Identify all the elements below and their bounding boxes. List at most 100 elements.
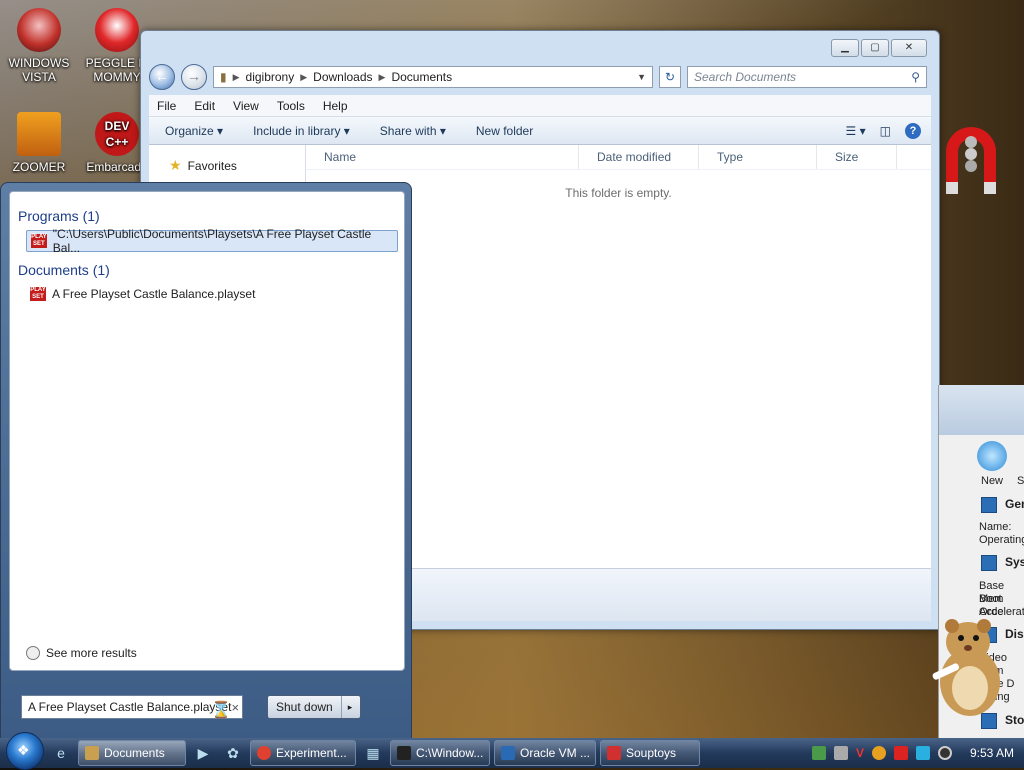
breadcrumb-item[interactable]: digibrony: [246, 70, 295, 84]
hamster-mascot-icon: [932, 619, 1000, 716]
windows-vista-icon: [17, 8, 61, 52]
column-size[interactable]: Size: [817, 145, 897, 169]
shut-down-options-arrow[interactable]: ▸: [342, 702, 359, 713]
magnet-icon: [946, 127, 996, 194]
refresh-button[interactable]: ↻: [659, 66, 681, 88]
desktop-icon-windows-vista[interactable]: WINDOWS VISTA: [4, 8, 74, 84]
clock[interactable]: 9:53 AM: [970, 746, 1014, 760]
taskbar-button-cmd[interactable]: C:\Window...: [390, 740, 490, 766]
menu-bar: File Edit View Tools Help: [149, 95, 931, 117]
section-system: Sys: [1005, 555, 1024, 569]
v-tray-icon[interactable]: V: [856, 746, 864, 760]
preview-pane-icon[interactable]: ◫: [880, 124, 891, 138]
system-icon: [981, 555, 997, 571]
volume-icon[interactable]: [937, 746, 952, 760]
section-storage: Sto: [1005, 713, 1024, 727]
internet-explorer-icon[interactable]: e: [48, 741, 74, 765]
chevron-down-icon[interactable]: ▼: [637, 72, 646, 82]
chevron-right-icon: ▶: [300, 71, 308, 82]
close-button[interactable]: ✕: [891, 39, 927, 57]
calculator-icon[interactable]: ▦: [360, 741, 386, 765]
menu-file[interactable]: File: [157, 99, 176, 113]
document-result-item[interactable]: PLAY SET A Free Playset Castle Balance.p…: [26, 284, 398, 304]
folder-icon: ▮: [220, 70, 227, 84]
forward-button[interactable]: →: [181, 64, 207, 90]
settings-label[interactable]: S: [1017, 475, 1024, 487]
new-vm-label[interactable]: New: [981, 475, 1003, 487]
documents-header[interactable]: Documents (1): [10, 252, 404, 278]
search-input[interactable]: Search Documents ⚲: [687, 66, 927, 88]
playset-icon: PLAY SET: [31, 234, 47, 248]
favorites-label: Favorites: [187, 158, 237, 173]
chevron-right-icon: ▶: [378, 71, 386, 82]
paint-icon[interactable]: ✿: [220, 741, 246, 765]
menu-help[interactable]: Help: [323, 99, 348, 113]
zoomer-icon: [17, 112, 61, 156]
tray-app-icon[interactable]: [833, 746, 848, 760]
document-result-label: A Free Playset Castle Balance.playset: [52, 287, 256, 301]
minimize-button[interactable]: ▁: [831, 39, 859, 57]
shut-down-label[interactable]: Shut down: [268, 696, 342, 718]
address-bar[interactable]: ▮ ▶ digibrony ▶ Downloads ▶ Documents ▼: [213, 66, 653, 88]
section-display: Disp: [1005, 627, 1024, 641]
taskbar-button-souptoys[interactable]: Souptoys: [600, 740, 700, 766]
share-with-button[interactable]: Share with ▾: [380, 124, 446, 138]
souptoys-icon: [607, 746, 621, 760]
favorites-item[interactable]: ★ Favorites: [149, 145, 305, 174]
dev-cpp-icon: DEV C++: [95, 112, 139, 156]
media-player-icon[interactable]: ▶: [190, 741, 216, 765]
breadcrumb-item[interactable]: Downloads: [313, 70, 372, 84]
new-vm-icon[interactable]: [977, 441, 1007, 471]
taskbar-button-chrome[interactable]: Experiment...: [250, 740, 356, 766]
include-in-library-button[interactable]: Include in library ▾: [253, 124, 350, 138]
display-tray-icon[interactable]: [915, 746, 930, 760]
clear-search-icon[interactable]: ×: [231, 700, 239, 715]
command-prompt-icon: [397, 746, 411, 760]
view-options-icon[interactable]: ☰ ▾: [846, 124, 866, 138]
start-menu: Programs (1) PLAY SET "C:\Users\Public\D…: [0, 182, 412, 740]
search-icon: [26, 646, 40, 660]
start-search-input[interactable]: A Free Playset Castle Balance.playset ×: [21, 695, 243, 719]
column-name[interactable]: Name: [306, 145, 579, 169]
column-headers: Name Date modified Type Size: [306, 145, 931, 170]
virtualbox-icon: [501, 746, 515, 760]
vbox-titlebar: [939, 385, 1024, 435]
command-bar: Organize ▾ Include in library ▾ Share wi…: [149, 117, 931, 145]
view-controls: ☰ ▾ ◫ ?: [846, 122, 931, 139]
see-more-results-link[interactable]: See more results: [26, 646, 137, 660]
program-result-label: "C:\Users\Public\Documents\Playsets\A Fr…: [52, 227, 372, 255]
column-type[interactable]: Type: [699, 145, 817, 169]
taskbar-button-virtualbox[interactable]: Oracle VM ...: [494, 740, 596, 766]
menu-edit[interactable]: Edit: [194, 99, 215, 113]
folder-icon: [85, 746, 99, 760]
window-controls: ▁ ▢ ✕: [831, 39, 927, 57]
taskbar-button-documents[interactable]: Documents: [78, 740, 186, 766]
organize-button[interactable]: Organize ▾: [165, 124, 223, 138]
general-icon: [981, 497, 997, 513]
menu-tools[interactable]: Tools: [277, 99, 305, 113]
maximize-button[interactable]: ▢: [861, 39, 889, 57]
search-results-pane: Programs (1) PLAY SET "C:\Users\Public\D…: [9, 191, 405, 671]
text-cursor-icon: ⌛: [211, 702, 231, 719]
search-tray-icon[interactable]: [871, 746, 886, 760]
help-icon[interactable]: ?: [905, 122, 921, 139]
menu-view[interactable]: View: [233, 99, 259, 113]
general-name: Name:: [979, 521, 1012, 533]
shut-down-button[interactable]: Shut down ▸: [267, 695, 361, 719]
taskbar-button-label: C:\Window...: [416, 746, 484, 760]
taskbar-button-label: Oracle VM ...: [520, 746, 591, 760]
search-icon: ⚲: [911, 70, 920, 84]
breadcrumb-item[interactable]: Documents: [391, 70, 452, 84]
program-result-item[interactable]: PLAY SET "C:\Users\Public\Documents\Play…: [26, 227, 398, 255]
peggle-icon: [95, 8, 139, 52]
back-button[interactable]: ←: [149, 64, 175, 90]
flag-icon[interactable]: [893, 746, 908, 760]
address-row: ← → ▮ ▶ digibrony ▶ Downloads ▶ Document…: [149, 64, 931, 90]
system-tray: V 9:53 AM: [811, 746, 1024, 760]
programs-header[interactable]: Programs (1): [10, 192, 404, 224]
column-date-modified[interactable]: Date modified: [579, 145, 699, 169]
desktop-icon-zoomer[interactable]: ZOOMER: [4, 112, 74, 174]
start-button[interactable]: ❖: [6, 732, 44, 770]
network-icon[interactable]: [811, 746, 826, 760]
new-folder-button[interactable]: New folder: [476, 124, 533, 138]
